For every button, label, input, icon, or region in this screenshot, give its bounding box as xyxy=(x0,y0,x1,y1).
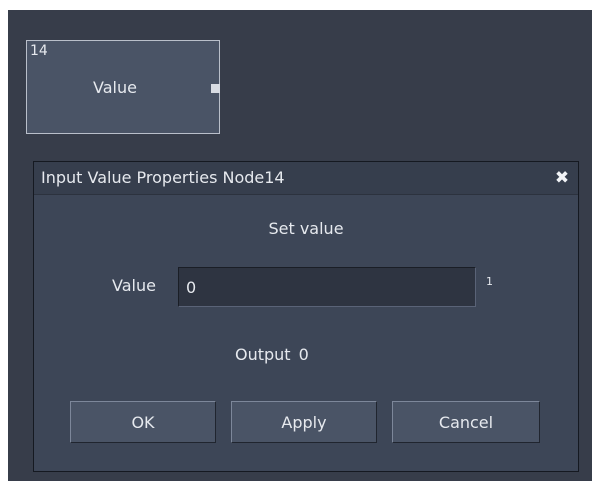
value-node[interactable]: 14 Value xyxy=(26,40,220,134)
output-readout: Output 0 xyxy=(235,346,309,364)
dialog-title: Input Value Properties Node14 xyxy=(41,168,285,187)
value-suffix: 1 xyxy=(486,275,493,288)
output-label: Output xyxy=(235,345,291,364)
ok-button[interactable]: OK xyxy=(70,401,216,443)
apply-button[interactable]: Apply xyxy=(231,401,377,443)
node-canvas: 14 Value Input Value Properties Node14 ✖… xyxy=(8,10,592,481)
section-title: Set value xyxy=(268,219,344,238)
node-label: Value xyxy=(93,78,137,97)
dialog-titlebar[interactable]: Input Value Properties Node14 ✖ xyxy=(34,162,578,195)
input-value-properties-dialog: Input Value Properties Node14 ✖ Set valu… xyxy=(33,161,579,472)
node-id: 14 xyxy=(30,43,48,59)
output-value: 0 xyxy=(298,345,309,364)
value-label: Value xyxy=(112,276,156,295)
output-port-icon[interactable] xyxy=(211,84,220,93)
close-icon[interactable]: ✖ xyxy=(552,168,572,188)
value-input[interactable] xyxy=(178,267,476,307)
cancel-button[interactable]: Cancel xyxy=(392,401,540,443)
